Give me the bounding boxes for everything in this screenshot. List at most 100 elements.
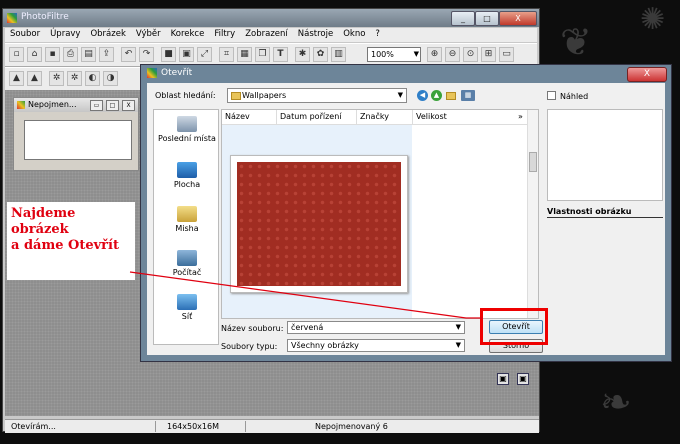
dialog-title: Otevřít: [161, 68, 193, 78]
zoom-value: 100%: [371, 50, 394, 59]
place-desktop[interactable]: Plocha: [154, 162, 220, 189]
place-user[interactable]: Misha: [154, 206, 220, 233]
network-icon: [177, 294, 197, 310]
layers-icon[interactable]: ▥: [331, 47, 346, 62]
red-wallpaper-image: [237, 162, 401, 286]
filename-input[interactable]: červená ▼: [287, 321, 465, 334]
maximize-button[interactable]: □: [475, 11, 499, 26]
chevron-down-icon: ▼: [397, 91, 403, 99]
column-name[interactable]: Název: [225, 112, 250, 121]
preview-pane: [547, 109, 663, 201]
redo-icon[interactable]: ↷: [139, 47, 154, 62]
monitor-icon[interactable]: ▭: [499, 47, 514, 62]
file-list[interactable]: Název Datum pořízení Značky Velikost »: [221, 109, 539, 319]
file-list-header: Název Datum pořízení Značky Velikost »: [222, 110, 528, 125]
menu-okno[interactable]: Okno: [338, 28, 370, 40]
auto-levels-icon[interactable]: ▲: [9, 71, 24, 86]
undo-icon[interactable]: ↶: [121, 47, 136, 62]
saturation-icon[interactable]: ◑: [103, 71, 118, 86]
properties-label: Vlastnosti obrázku: [547, 207, 632, 216]
brightness-plus-icon[interactable]: ✲: [49, 71, 64, 86]
menu-vyber[interactable]: Výběr: [131, 28, 166, 40]
place-recent[interactable]: Poslední místa: [154, 116, 220, 143]
fullscreen-icon[interactable]: ⊞: [481, 47, 496, 62]
export-icon[interactable]: ⇪: [99, 47, 114, 62]
recent-places-icon: [177, 116, 197, 132]
crop-icon[interactable]: ⌗: [219, 47, 234, 62]
doc-maximize-button[interactable]: □: [106, 100, 119, 111]
brightness-minus-icon[interactable]: ✲: [67, 71, 82, 86]
copy-icon[interactable]: ❐: [255, 47, 270, 62]
zoom-in-icon[interactable]: ⊕: [427, 47, 442, 62]
column-separator: [276, 110, 277, 124]
preview-checkbox[interactable]: [547, 91, 556, 100]
column-size[interactable]: Velikost: [416, 112, 447, 121]
column-tags[interactable]: Značky: [360, 112, 389, 121]
zoom-out-icon[interactable]: ⊖: [445, 47, 460, 62]
file-thumbnail[interactable]: [230, 155, 408, 293]
menu-filtry[interactable]: Filtry: [209, 28, 240, 40]
open-dialog: Otevřít X Oblast hledání: Wallpapers ▼ ◀…: [140, 64, 672, 362]
up-folder-icon[interactable]: ▲: [431, 90, 442, 101]
doc-minimize-button[interactable]: ▭: [90, 100, 103, 111]
zoom-fit-icon[interactable]: ⊙: [463, 47, 478, 62]
window-titlebar[interactable]: PhotoFiltre _ □ X: [3, 9, 539, 27]
new-folder-icon[interactable]: [446, 92, 456, 100]
status-text: Otevírám...: [11, 422, 56, 431]
user-folder-icon: [177, 206, 197, 222]
save-icon[interactable]: ▪: [45, 47, 60, 62]
document-titlebar[interactable]: Nepojmen...: [14, 98, 138, 112]
open-folder-icon[interactable]: ⌂: [27, 47, 42, 62]
frame-icon[interactable]: ▦: [237, 47, 252, 62]
column-separator: [412, 110, 413, 124]
effects-icon[interactable]: ✿: [313, 47, 328, 62]
scrollbar-thumb[interactable]: [529, 152, 537, 172]
computer-icon: [177, 250, 197, 266]
auto-contrast-icon[interactable]: ▲: [27, 71, 42, 86]
look-in-select[interactable]: Wallpapers ▼: [227, 88, 407, 103]
filetype-select[interactable]: Všechny obrázky ▼: [287, 339, 465, 352]
place-computer[interactable]: Počítač: [154, 250, 220, 277]
vertical-scrollbar[interactable]: [527, 110, 538, 318]
menu-help[interactable]: ?: [370, 28, 385, 40]
menu-korekce[interactable]: Korekce: [166, 28, 210, 40]
plugins-icon[interactable]: ✱: [295, 47, 310, 62]
properties-divider: [547, 217, 663, 218]
document-title: Nepojmen...: [28, 100, 77, 109]
back-icon[interactable]: ◀: [417, 90, 428, 101]
menu-zobrazeni[interactable]: Zobrazení: [240, 28, 293, 40]
dialog-close-button[interactable]: X: [627, 67, 667, 82]
preview-label: Náhled: [560, 92, 589, 101]
scan-icon[interactable]: ▤: [81, 47, 96, 62]
more-columns-icon[interactable]: »: [518, 112, 523, 121]
menu-obrazek[interactable]: Obrázek: [85, 28, 130, 40]
doc-close-button[interactable]: X: [122, 100, 135, 111]
look-in-value: Wallpapers: [242, 91, 287, 100]
new-icon[interactable]: ▫: [9, 47, 24, 62]
view-menu-icon[interactable]: ▦: [461, 90, 475, 101]
contrast-icon[interactable]: ◐: [85, 71, 100, 86]
place-label: Počítač: [172, 268, 202, 277]
status-separator: [245, 421, 246, 432]
document-canvas[interactable]: [24, 120, 132, 160]
place-network[interactable]: Síť: [154, 294, 220, 321]
document-icon: [17, 101, 25, 109]
frame-tool-icon[interactable]: ▣: [517, 373, 529, 385]
resize-icon[interactable]: ⤢: [197, 47, 212, 62]
place-label: Síť: [181, 312, 193, 321]
annotation-text: Najdeme obrázek a dáme Otevřít: [7, 202, 135, 280]
filename-value: červená: [291, 323, 324, 332]
image-icon[interactable]: ▣: [179, 47, 194, 62]
text-icon[interactable]: T: [273, 47, 288, 62]
color-fill-icon[interactable]: ■: [161, 47, 176, 62]
menu-soubor[interactable]: Soubor: [5, 28, 45, 40]
decor-flourish-icon: ❦: [560, 20, 592, 64]
zoom-select[interactable]: 100% ▼: [367, 47, 421, 62]
frame-tool-icon[interactable]: ▣: [497, 373, 509, 385]
minimize-button[interactable]: _: [451, 11, 475, 26]
close-button[interactable]: X: [499, 11, 537, 26]
menu-upravy[interactable]: Úpravy: [45, 28, 85, 40]
print-icon[interactable]: ⎙: [63, 47, 78, 62]
menu-nastroje[interactable]: Nástroje: [293, 28, 338, 40]
column-date[interactable]: Datum pořízení: [280, 112, 342, 121]
